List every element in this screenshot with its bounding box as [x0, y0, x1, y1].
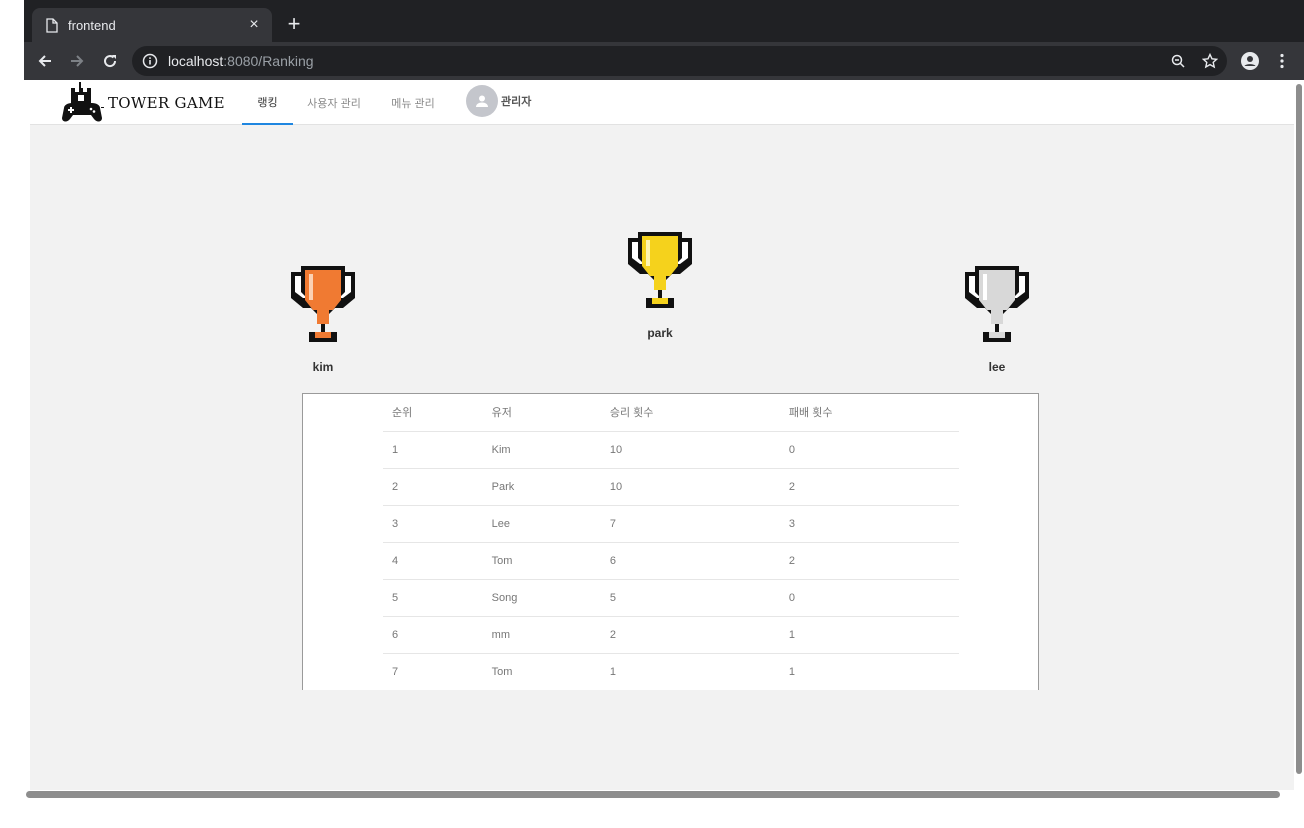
app-header: TOWER GAME 랭킹 사용자 관리 메뉴 관리 관리자 [30, 80, 1294, 125]
header-losses: 패배 횟수 [779, 394, 959, 432]
address-bar[interactable]: localhost:8080/Ranking [132, 46, 1227, 76]
cell-rank: 7 [392, 665, 399, 678]
info-icon[interactable] [142, 53, 158, 69]
cell-losses: 2 [779, 468, 959, 506]
page-content: TOWER GAME 랭킹 사용자 관리 메뉴 관리 관리자 kim park … [30, 80, 1294, 790]
logo-text: TOWER GAME [108, 93, 225, 112]
bronze-trophy-icon [291, 266, 355, 342]
first-place: park [618, 230, 702, 340]
url-host: localhost [168, 53, 224, 69]
cell-rank: 1 [383, 431, 483, 469]
gamepad-castle-logo-icon [62, 81, 104, 122]
second-place: lee [955, 264, 1039, 374]
cell-user: mm [482, 616, 601, 654]
tab-menu-management[interactable]: 메뉴 관리 [382, 80, 444, 125]
tab-ranking[interactable]: 랭킹 [242, 80, 293, 125]
cell-user: Kim [482, 431, 601, 469]
user-name: 관리자 [501, 96, 532, 108]
cell-user: Park [482, 468, 601, 506]
vertical-scroll-thumb[interactable] [1296, 84, 1302, 774]
back-icon[interactable] [34, 50, 56, 72]
header-wins: 승리 횟수 [600, 394, 780, 432]
cell-wins: 5 [600, 579, 780, 617]
browser-tab[interactable]: frontend × [32, 8, 272, 42]
cell-rank: 6 [383, 616, 483, 654]
cell-losses: 1 [779, 616, 959, 654]
page-icon [46, 17, 58, 33]
cell-wins: 7 [600, 505, 780, 543]
url-path: :8080/Ranking [223, 53, 314, 69]
third-place-name: kim [312, 360, 334, 374]
cell-user: Lee [482, 505, 601, 543]
cell-losses: 0 [779, 579, 959, 617]
first-place-name: park [647, 326, 673, 340]
cell-rank: 2 [383, 468, 483, 506]
header-rank: 순위 [383, 394, 483, 432]
cell-wins: 10 [600, 431, 780, 469]
gold-trophy-icon [628, 232, 692, 308]
url-text: localhost:8080/Ranking [168, 53, 314, 69]
zoom-icon[interactable] [1168, 51, 1188, 71]
table-row: 6 mm 2 1 [383, 616, 959, 654]
browser-window: frontend × + localhost:8080/Ranking [24, 0, 1304, 80]
header-user: 유저 [482, 394, 601, 432]
browser-toolbar: localhost:8080/Ranking [24, 42, 1304, 80]
table-row: 7 Tom 1 1 [383, 653, 959, 690]
table-row: 4 Tom 6 2 [383, 542, 959, 580]
ranking-table: 순위 유저 승리 횟수 패배 횟수 1 Kim 10 0 2 Park 10 2 [383, 394, 959, 690]
tab-title: frontend [68, 17, 116, 33]
tab-strip: frontend × + [24, 0, 1304, 42]
horizontal-scroll-thumb[interactable] [26, 791, 1280, 798]
tab-user-management[interactable]: 사용자 관리 [302, 80, 366, 125]
third-place: kim [281, 264, 365, 374]
logo[interactable]: TOWER GAME [60, 80, 230, 125]
cell-rank: 5 [383, 579, 483, 617]
forward-icon[interactable] [66, 50, 88, 72]
ranking-table-card: 순위 유저 승리 횟수 패배 횟수 1 Kim 10 0 2 Park 10 2 [302, 393, 1039, 690]
vertical-scrollbar[interactable] [1294, 80, 1304, 790]
cell-wins: 10 [600, 468, 780, 506]
profile-icon[interactable] [1240, 51, 1260, 71]
avatar [466, 85, 498, 117]
new-tab-icon[interactable]: + [284, 12, 304, 36]
menu-kebab-icon[interactable] [1272, 51, 1292, 71]
table-row: 1 Kim 10 0 [383, 431, 959, 469]
bookmark-star-icon[interactable] [1200, 51, 1220, 71]
cell-losses: 1 [788, 665, 796, 678]
cell-user: Song [482, 579, 601, 617]
cell-wins: 6 [600, 542, 780, 580]
table-row: 2 Park 10 2 [383, 468, 959, 506]
cell-losses: 2 [779, 542, 959, 580]
cell-user: Tom [491, 665, 513, 678]
user-menu[interactable]: 관리자 [466, 85, 531, 117]
cell-wins: 2 [600, 616, 780, 654]
second-place-name: lee [988, 360, 1006, 374]
cell-wins: 1 [609, 665, 617, 678]
silver-trophy-icon [965, 266, 1029, 342]
table-row: 5 Song 5 0 [383, 579, 959, 617]
table-header-row: 순위 유저 승리 횟수 패배 횟수 [383, 394, 959, 432]
table-row: 3 Lee 7 3 [383, 505, 959, 543]
horizontal-scrollbar[interactable] [24, 790, 1304, 800]
person-icon [476, 95, 488, 107]
reload-icon[interactable] [99, 50, 121, 72]
cell-user: Tom [482, 542, 601, 580]
close-tab-icon[interactable]: × [246, 16, 262, 33]
cell-rank: 4 [383, 542, 483, 580]
cell-losses: 0 [779, 431, 959, 469]
cell-rank: 3 [383, 505, 483, 543]
cell-losses: 3 [779, 505, 959, 543]
